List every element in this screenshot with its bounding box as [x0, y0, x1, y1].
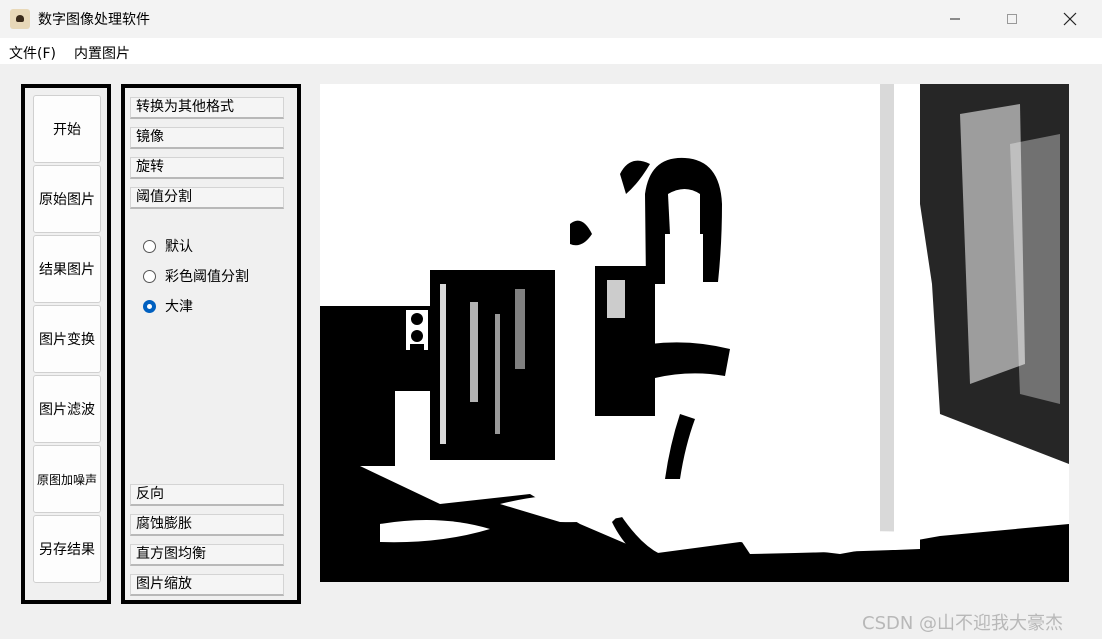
radio-circle-checked	[143, 299, 156, 313]
minimize-icon	[950, 18, 960, 20]
maximize-button[interactable]	[989, 0, 1035, 38]
radio-otsu[interactable]: 大津	[143, 295, 193, 317]
original-image-button[interactable]: 原始图片	[33, 165, 101, 233]
menu-builtin-images[interactable]: 内置图片	[74, 43, 130, 63]
close-button[interactable]	[1047, 0, 1093, 38]
start-button[interactable]: 开始	[33, 95, 101, 163]
radio-default[interactable]: 默认	[143, 235, 193, 257]
radio-label: 默认	[165, 239, 193, 255]
title-bar: 数字图像处理软件	[0, 0, 1102, 38]
radio-circle	[143, 239, 156, 253]
rotate-button[interactable]: 旋转	[130, 157, 284, 179]
erode-dilate-button[interactable]: 腐蚀膨胀	[130, 514, 284, 536]
mirror-button[interactable]: 镜像	[130, 127, 284, 149]
menu-bar: 文件(F) 内置图片	[0, 38, 1102, 64]
result-image-button[interactable]: 结果图片	[33, 235, 101, 303]
app-icon	[10, 9, 30, 29]
menu-file[interactable]: 文件(F)	[9, 43, 56, 63]
image-transform-button[interactable]: 图片变换	[33, 305, 101, 373]
minimize-button[interactable]	[932, 0, 978, 38]
image-scale-button[interactable]: 图片缩放	[130, 574, 284, 596]
radio-color-threshold[interactable]: 彩色阈值分割	[143, 265, 249, 287]
operations-panel: 转换为其他格式 镜像 旋转 阈值分割 默认 彩色阈值分割 大津 反向 腐蚀膨胀 …	[121, 84, 301, 604]
radio-label: 彩色阈值分割	[165, 269, 249, 285]
maximize-icon	[1007, 14, 1017, 24]
convert-format-button[interactable]: 转换为其他格式	[130, 97, 284, 119]
threshold-button[interactable]: 阈值分割	[130, 187, 284, 209]
watermark: CSDN @山不迎我大豪杰	[862, 613, 1064, 634]
binary-image	[320, 84, 1069, 582]
radio-label: 大津	[165, 299, 193, 315]
result-image	[320, 84, 1069, 582]
histogram-equalize-button[interactable]: 直方图均衡	[130, 544, 284, 566]
save-result-button[interactable]: 另存结果	[33, 515, 101, 583]
invert-button[interactable]: 反向	[130, 484, 284, 506]
close-icon	[1063, 12, 1077, 26]
add-noise-button[interactable]: 原图加噪声	[33, 445, 101, 513]
image-filter-button[interactable]: 图片滤波	[33, 375, 101, 443]
window-title: 数字图像处理软件	[38, 12, 150, 28]
radio-circle	[143, 269, 156, 283]
sidebar-panel: 开始 原始图片 结果图片 图片变换 图片滤波 原图加噪声 另存结果	[21, 84, 111, 604]
